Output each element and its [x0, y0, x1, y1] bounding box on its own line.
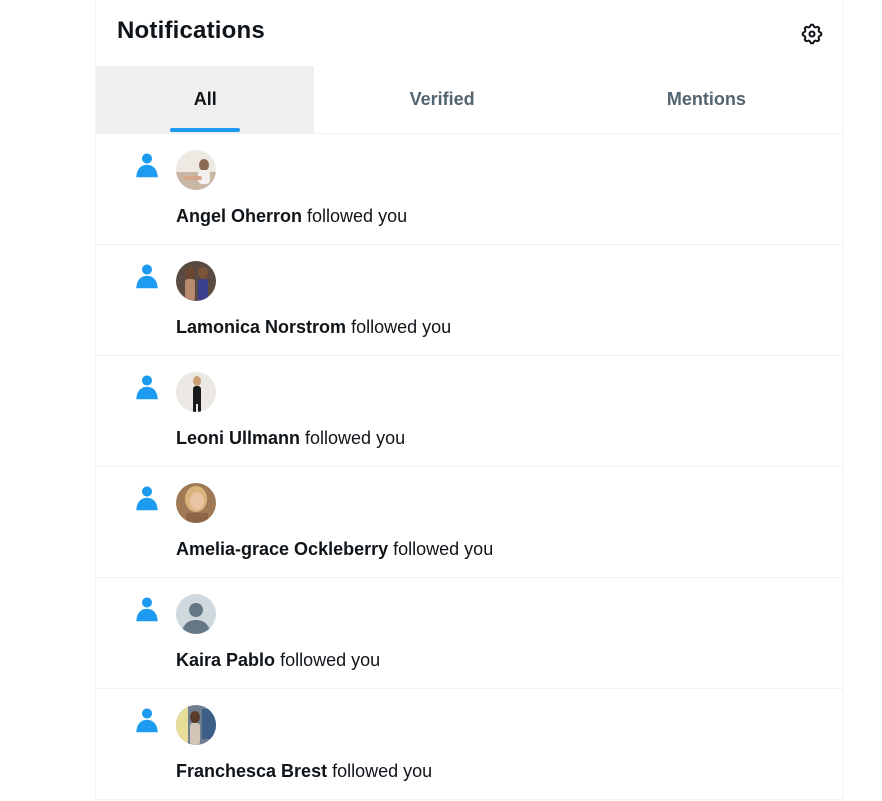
notification-text: Leoni Ullmann followed you [176, 428, 405, 449]
settings-button[interactable] [798, 20, 826, 48]
notification-action: followed you [351, 317, 452, 337]
user-name[interactable]: Leoni Ullmann [176, 428, 300, 448]
user-avatar[interactable] [176, 261, 216, 301]
notifications-panel: Notifications All Verified Mentions Ange… [95, 0, 844, 801]
notification-item[interactable]: Kaira Pablo followed you [96, 578, 843, 689]
tab-label: Verified [409, 89, 475, 109]
notification-text: Amelia-grace Ockleberry followed you [176, 539, 493, 560]
person-icon [136, 264, 158, 289]
user-avatar[interactable] [176, 150, 216, 190]
notification-action: followed you [280, 650, 381, 670]
user-name[interactable]: Franchesca Brest [176, 761, 327, 781]
notifications-header: Notifications [96, 0, 843, 66]
user-name[interactable]: Lamonica Norstrom [176, 317, 346, 337]
active-tab-indicator [170, 128, 240, 132]
notification-text: Kaira Pablo followed you [176, 650, 380, 671]
user-avatar[interactable] [176, 705, 216, 745]
user-avatar[interactable] [176, 483, 216, 523]
user-name[interactable]: Amelia-grace Ockleberry [176, 539, 388, 559]
notification-action: followed you [305, 428, 406, 448]
tab-label: All [193, 89, 217, 109]
page-title: Notifications [117, 17, 265, 44]
default-avatar[interactable] [176, 594, 216, 634]
notification-tabs: All Verified Mentions [96, 66, 843, 134]
tab-label: Mentions [666, 89, 746, 109]
notification-action: followed you [332, 761, 433, 781]
notification-item[interactable]: Amelia-grace Ockleberry followed you [96, 467, 843, 578]
user-name[interactable]: Kaira Pablo [176, 650, 275, 670]
notification-action: followed you [307, 206, 408, 226]
notification-text: Angel Oherron followed you [176, 206, 407, 227]
person-icon [136, 375, 158, 400]
tab-mentions[interactable]: Mentions [570, 66, 843, 133]
tab-all[interactable]: All [96, 66, 315, 133]
notification-action: followed you [393, 539, 494, 559]
gear-icon [801, 23, 823, 45]
user-avatar[interactable] [176, 372, 216, 412]
notification-item[interactable]: Leoni Ullmann followed you [96, 356, 843, 467]
notification-text: Franchesca Brest followed you [176, 761, 432, 782]
person-icon [136, 708, 158, 733]
person-icon [136, 597, 158, 622]
notification-item[interactable]: Angel Oherron followed you [96, 134, 843, 245]
tab-verified[interactable]: Verified [314, 66, 569, 133]
person-icon [136, 153, 158, 178]
notification-item[interactable]: Franchesca Brest followed you [96, 689, 843, 800]
person-icon [136, 486, 158, 511]
user-name[interactable]: Angel Oherron [176, 206, 302, 226]
notification-item[interactable]: Lamonica Norstrom followed you [96, 245, 843, 356]
notification-text: Lamonica Norstrom followed you [176, 317, 451, 338]
